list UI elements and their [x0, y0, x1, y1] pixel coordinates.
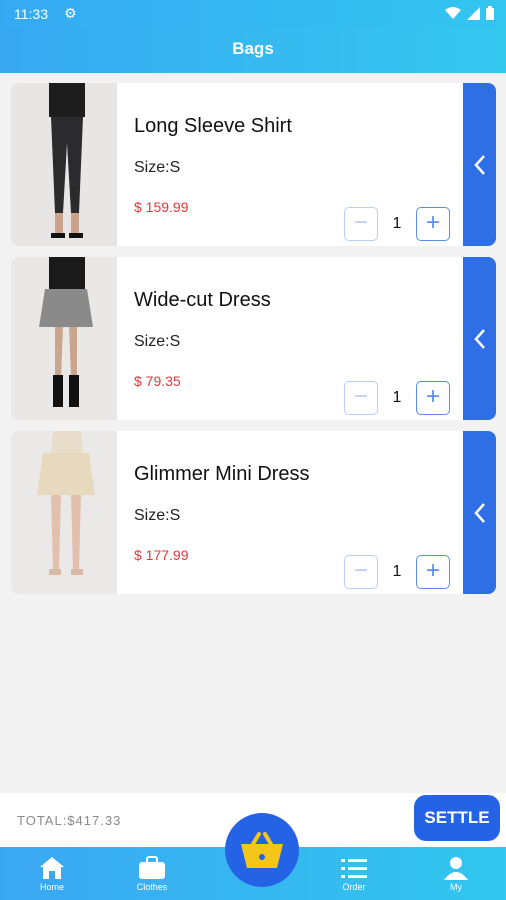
wifi-icon	[445, 6, 461, 19]
page-title: Bags	[232, 39, 274, 58]
status-time: 11:33	[14, 6, 48, 22]
product-image	[11, 83, 117, 246]
product-name: Long Sleeve Shirt	[134, 115, 292, 137]
tab-clothes[interactable]: Clothes	[112, 847, 192, 900]
total-price: TOTAL:$417.33	[17, 813, 122, 828]
quantity-value: 1	[392, 563, 402, 580]
cart-item[interactable]: Wide-cut Dress Size:S $ 79.35 − 1 +	[11, 257, 496, 420]
product-price: $ 79.35	[134, 373, 181, 389]
quantity-stepper: − 1 +	[344, 207, 450, 241]
quantity-value: 1	[392, 389, 402, 406]
home-icon	[40, 857, 64, 879]
status-bar: 11:33 ⚙	[0, 0, 506, 28]
quantity-stepper: − 1 +	[344, 381, 450, 415]
bag-icon	[139, 856, 165, 879]
product-name: Wide-cut Dress	[134, 289, 271, 311]
cart-item-body: Glimmer Mini Dress Size:S $ 177.99 − 1 +	[11, 431, 463, 594]
cart-item-body: Long Sleeve Shirt Size:S $ 159.99 − 1 +	[11, 83, 463, 246]
product-size: Size:S	[134, 507, 181, 524]
user-icon	[444, 857, 468, 880]
tab-label: Clothes	[136, 882, 168, 892]
tab-label: Order	[342, 882, 366, 892]
product-price: $ 159.99	[134, 199, 189, 215]
increase-button[interactable]: +	[416, 207, 450, 241]
tab-label: My	[450, 882, 462, 892]
signal-icon	[467, 6, 480, 20]
battery-icon	[486, 6, 494, 20]
increase-button[interactable]: +	[416, 381, 450, 415]
product-image	[11, 257, 117, 420]
swipe-handle[interactable]	[463, 83, 496, 246]
product-name: Glimmer Mini Dress	[134, 463, 310, 485]
product-size: Size:S	[134, 333, 181, 350]
quantity-value: 1	[392, 215, 402, 232]
cart-fab-button[interactable]	[225, 813, 299, 887]
settle-button[interactable]: SETTLE	[414, 795, 500, 841]
decrease-button[interactable]: −	[344, 207, 378, 241]
swipe-handle[interactable]	[463, 257, 496, 420]
increase-button[interactable]: +	[416, 555, 450, 589]
app-bar: Bags	[0, 28, 506, 73]
product-size: Size:S	[134, 159, 181, 176]
quantity-stepper: − 1 +	[344, 555, 450, 589]
cart-item[interactable]: Long Sleeve Shirt Size:S $ 159.99 − 1 +	[11, 83, 496, 246]
tab-my[interactable]: My	[416, 847, 496, 900]
product-image	[11, 431, 117, 594]
basket-icon	[241, 832, 283, 868]
swipe-handle[interactable]	[463, 431, 496, 594]
list-icon	[341, 859, 367, 878]
chevron-left-icon	[473, 328, 485, 349]
tab-home[interactable]: Home	[12, 847, 92, 900]
cart-list: Long Sleeve Shirt Size:S $ 159.99 − 1 +	[11, 83, 496, 605]
chevron-left-icon	[473, 154, 485, 175]
cart-item-body: Wide-cut Dress Size:S $ 79.35 − 1 +	[11, 257, 463, 420]
product-price: $ 177.99	[134, 547, 189, 563]
tab-label: Home	[39, 882, 64, 892]
decrease-button[interactable]: −	[344, 381, 378, 415]
cart-item[interactable]: Glimmer Mini Dress Size:S $ 177.99 − 1 +	[11, 431, 496, 594]
decrease-button[interactable]: −	[344, 555, 378, 589]
settings-icon: ⚙	[64, 5, 77, 21]
chevron-left-icon	[473, 502, 485, 523]
tab-order[interactable]: Order	[314, 847, 394, 900]
